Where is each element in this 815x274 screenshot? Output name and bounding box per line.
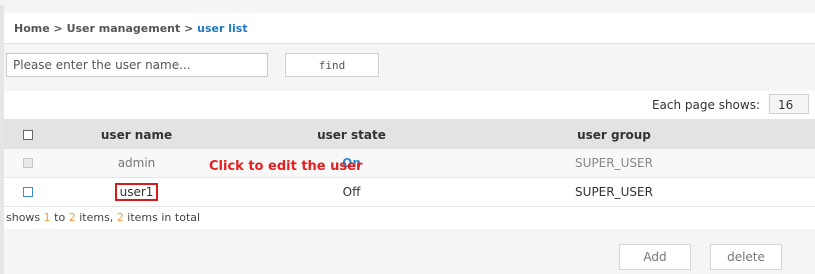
- breadcrumb: Home > User management > user list: [4, 13, 815, 44]
- breadcrumb-trail: Home > User management > user list: [14, 22, 248, 35]
- row-checkbox[interactable]: [23, 187, 33, 197]
- pagination-summary: shows 1 to 2 items, 2 items in total: [4, 207, 815, 229]
- table-row: user1 Off SUPER_USER: [4, 178, 815, 207]
- user-state-cell: Off: [234, 178, 469, 206]
- breadcrumb-current: user list: [197, 22, 248, 35]
- breadcrumb-user-management[interactable]: User management: [67, 22, 181, 35]
- find-button[interactable]: find: [285, 53, 379, 77]
- column-header-user-name: user name: [100, 127, 173, 142]
- breadcrumb-separator: >: [49, 22, 67, 35]
- column-header-user-state: user state: [317, 127, 386, 142]
- row-checkbox-cell: [18, 178, 38, 206]
- page-size-label: Each page shows:: [651, 98, 760, 112]
- summary-text: shows: [6, 211, 44, 224]
- table-header: user name user state user group: [4, 120, 815, 149]
- content-panel: Home > User management > user list find …: [4, 5, 815, 274]
- search-bar: find: [4, 53, 815, 81]
- summary-total: 2: [116, 211, 124, 224]
- page-size-select[interactable]: 16: [769, 94, 809, 114]
- tutorial-annotation: Click to edit the user: [209, 159, 363, 174]
- user-name: admin: [117, 156, 156, 170]
- page-size-bar: Each page shows: 16: [4, 91, 815, 120]
- table-row: admin On SUPER_USER Click to edit the us…: [4, 149, 815, 178]
- row-checkbox: [23, 158, 33, 168]
- user-name-cell: admin: [64, 149, 209, 177]
- summary-text: to: [50, 211, 69, 224]
- breadcrumb-separator: >: [180, 22, 198, 35]
- user-group-cell: SUPER_USER: [504, 178, 724, 206]
- summary-text: items in total: [123, 211, 201, 224]
- select-all-checkbox[interactable]: [23, 129, 33, 140]
- user-group-cell: SUPER_USER: [504, 149, 724, 177]
- delete-button[interactable]: delete: [710, 244, 782, 270]
- add-button[interactable]: Add: [619, 244, 691, 270]
- summary-text: items,: [75, 211, 117, 224]
- row-checkbox-cell: [18, 149, 38, 177]
- header-checkbox-cell: [18, 120, 38, 149]
- summary-to: 2: [68, 211, 76, 224]
- user-group: SUPER_USER: [575, 156, 653, 170]
- action-bar: Add delete: [4, 244, 815, 272]
- user-table: Each page shows: 16 user name user state…: [4, 91, 815, 229]
- user-group: SUPER_USER: [575, 185, 653, 199]
- column-header-user-group: user group: [577, 127, 651, 142]
- search-input[interactable]: [6, 53, 268, 77]
- summary-from: 1: [43, 211, 51, 224]
- user-name-link[interactable]: user1: [114, 183, 159, 201]
- user-name-cell: user1: [64, 178, 209, 206]
- user-state: Off: [342, 185, 361, 199]
- breadcrumb-home[interactable]: Home: [14, 22, 50, 35]
